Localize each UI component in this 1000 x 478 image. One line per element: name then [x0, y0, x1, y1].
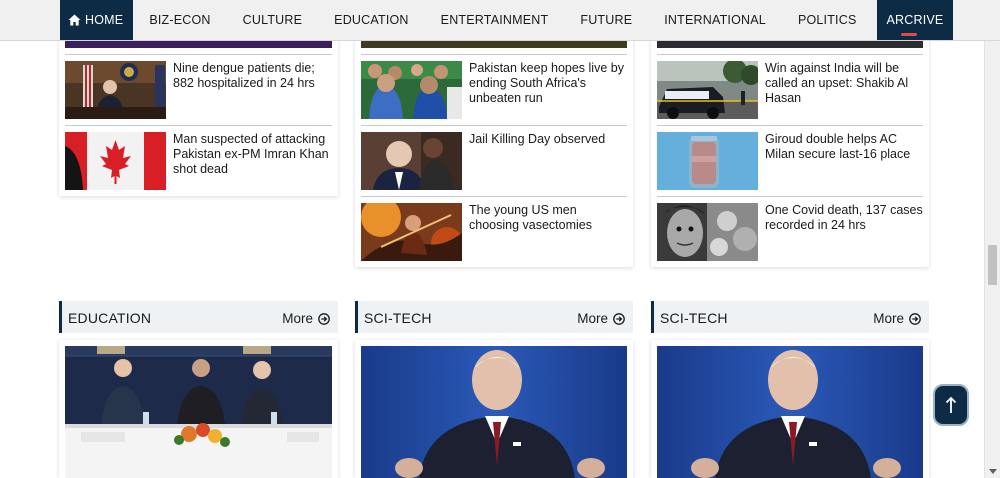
list-item[interactable]: The young US men choosing vasectomies	[361, 196, 627, 261]
nav-international[interactable]: INTERNATIONAL	[648, 0, 782, 40]
more-link[interactable]: More	[577, 311, 625, 326]
story-title[interactable]: Man suspected of attacking Pakistan ex-P…	[173, 132, 332, 177]
nav-home-label: HOME	[85, 13, 124, 27]
more-link[interactable]: More	[282, 311, 330, 326]
feature-image[interactable]	[361, 346, 627, 478]
scrollbar-thumb[interactable]	[988, 245, 997, 285]
page: HOME BIZ-ECON CULTURE EDUCATION ENTERTAI…	[0, 0, 1000, 478]
list-item[interactable]: Giroud double helps AC Milan secure last…	[657, 125, 923, 190]
nav-politics[interactable]: POLITICS	[782, 0, 873, 40]
story-title[interactable]: Jail Killing Day observed	[469, 132, 627, 147]
arrow-up-icon	[945, 396, 957, 413]
page-scrollbar[interactable]	[984, 0, 1000, 478]
story-title[interactable]: The young US men choosing vasectomies	[469, 203, 627, 233]
section-header-sci-tech-2: SCI-TECH More	[651, 301, 929, 333]
feature-card-sci-tech-2[interactable]	[651, 340, 929, 478]
nav-home[interactable]: HOME	[60, 0, 134, 40]
news-column-3: Win against India will be called an upse…	[651, 30, 929, 267]
news-column-1: Nine dengue patients die; 882 hospitaliz…	[59, 30, 338, 196]
feature-image[interactable]	[657, 346, 923, 478]
story-thumbnail[interactable]	[361, 203, 462, 261]
list-item[interactable]: Win against India will be called an upse…	[657, 54, 923, 119]
section-title: SCI-TECH	[364, 310, 432, 326]
list-item[interactable]: Jail Killing Day observed	[361, 125, 627, 190]
story-thumbnail[interactable]	[657, 203, 758, 261]
arrow-circle-right-icon	[909, 312, 921, 325]
story-thumbnail[interactable]	[65, 132, 166, 190]
section-header-sci-tech: SCI-TECH More	[355, 301, 633, 333]
feature-image[interactable]	[65, 346, 332, 478]
arrow-circle-right-icon	[613, 312, 625, 325]
section-title: EDUCATION	[68, 310, 152, 326]
nav-biz-econ[interactable]: BIZ-ECON	[133, 0, 226, 40]
list-item[interactable]: Pakistan keep hopes live by ending South…	[361, 54, 627, 119]
more-link[interactable]: More	[873, 311, 921, 326]
feature-card-education[interactable]	[59, 340, 338, 478]
section-title: SCI-TECH	[660, 310, 728, 326]
feature-card-sci-tech[interactable]	[355, 340, 633, 478]
story-title[interactable]: Giroud double helps AC Milan secure last…	[765, 132, 923, 162]
story-thumbnail[interactable]	[657, 132, 758, 190]
story-title[interactable]: Nine dengue patients die; 882 hospitaliz…	[173, 61, 332, 91]
story-thumbnail[interactable]	[657, 61, 758, 119]
story-title[interactable]: Pakistan keep hopes live by ending South…	[469, 61, 627, 106]
more-label: More	[577, 311, 608, 326]
story-title[interactable]: Win against India will be called an upse…	[765, 61, 923, 106]
story-thumbnail[interactable]	[361, 132, 462, 190]
list-item[interactable]: Nine dengue patients die; 882 hospitaliz…	[65, 54, 332, 119]
list-item[interactable]: Man suspected of attacking Pakistan ex-P…	[65, 125, 332, 190]
back-to-top-button[interactable]	[933, 384, 969, 426]
list-item[interactable]: One Covid death, 137 cases recorded in 2…	[657, 196, 923, 261]
nav-education[interactable]: EDUCATION	[318, 0, 425, 40]
nav-culture[interactable]: CULTURE	[227, 0, 319, 40]
story-thumbnail[interactable]	[361, 61, 462, 119]
section-header-education: EDUCATION More	[59, 301, 338, 333]
home-icon	[68, 14, 81, 26]
story-title[interactable]: One Covid death, 137 cases recorded in 2…	[765, 203, 923, 233]
more-label: More	[873, 311, 904, 326]
scroll-down-icon[interactable]	[989, 469, 997, 474]
more-label: More	[282, 311, 313, 326]
news-column-2: Pakistan keep hopes live by ending South…	[355, 30, 633, 267]
nav-future[interactable]: FUTURE	[564, 0, 648, 40]
nav-archive[interactable]: ARCRIVE	[876, 0, 954, 40]
arrow-circle-right-icon	[318, 312, 330, 325]
story-thumbnail[interactable]	[65, 61, 166, 119]
main-nav: HOME BIZ-ECON CULTURE EDUCATION ENTERTAI…	[0, 0, 1000, 41]
nav-entertainment[interactable]: ENTERTAINMENT	[425, 0, 565, 40]
